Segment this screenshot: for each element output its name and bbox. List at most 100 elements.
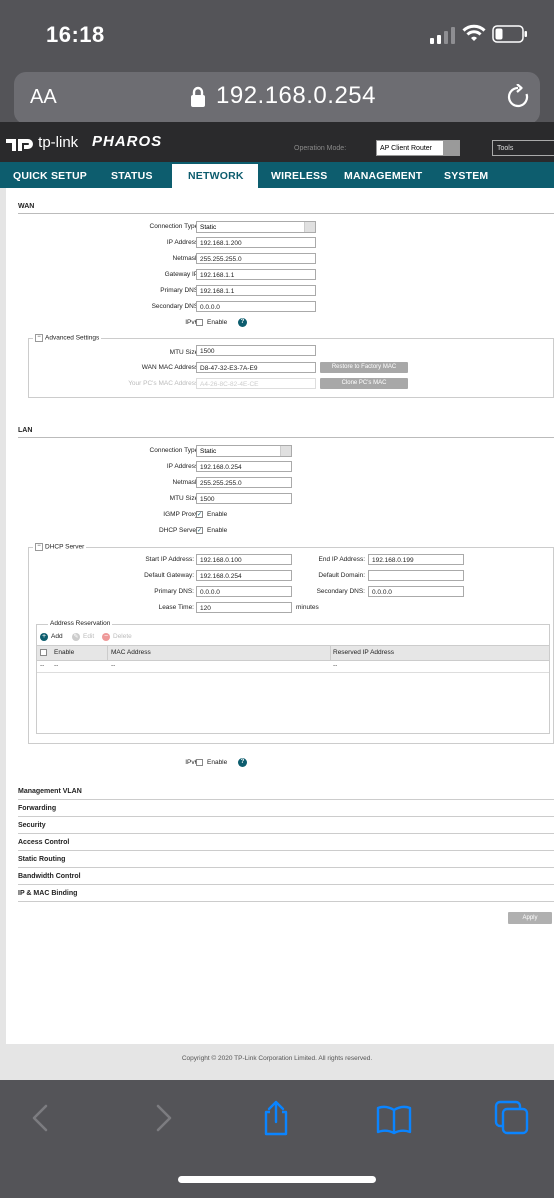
- column-mac-address: MAC Address: [111, 649, 151, 656]
- dhcp-primary-dns-input[interactable]: 0.0.0.0: [196, 586, 292, 597]
- select-all-checkbox[interactable]: [40, 649, 47, 656]
- wan-ip-input[interactable]: 192.168.1.200: [196, 237, 316, 248]
- lan-ip-input[interactable]: 192.168.0.254: [196, 461, 292, 472]
- section-security[interactable]: Security: [18, 817, 554, 834]
- brand-name: tp-link: [38, 134, 79, 151]
- tools-menu[interactable]: Tools: [492, 140, 554, 156]
- forward-icon[interactable]: [144, 1100, 180, 1136]
- lan-connection-type-select[interactable]: Static: [196, 445, 292, 457]
- reservation-toolbar: + Add ✎ Edit − Delete: [39, 632, 549, 644]
- share-icon[interactable]: [258, 1100, 294, 1136]
- delete-icon: −: [102, 633, 110, 641]
- safari-toolbar: [0, 1080, 554, 1198]
- tp-link-mark-icon: [6, 139, 33, 152]
- section-management-vlan[interactable]: Management VLAN: [18, 783, 554, 800]
- start-ip-input[interactable]: 192.168.0.100: [196, 554, 292, 565]
- apply-button[interactable]: Apply: [508, 912, 552, 924]
- start-ip-label: Start IP Address:: [145, 556, 194, 563]
- section-forwarding[interactable]: Forwarding: [18, 800, 554, 817]
- wan-ipv6-enable-label: Enable: [207, 319, 228, 326]
- dhcp-server-legend[interactable]: − DHCP Server: [33, 543, 87, 551]
- wan-secondary-dns-label: Secondary DNS:: [151, 303, 200, 310]
- url-text[interactable]: 192.168.0.254: [216, 82, 376, 110]
- restore-factory-mac-button[interactable]: Restore to Factory MAC: [320, 362, 408, 373]
- reload-icon[interactable]: [506, 84, 530, 110]
- help-icon[interactable]: ?: [238, 758, 247, 767]
- section-bandwidth-control[interactable]: Bandwidth Control: [18, 868, 554, 885]
- lease-time-label: Lease Time:: [158, 604, 194, 611]
- tab-quick-setup[interactable]: QUICK SETUP: [13, 170, 87, 182]
- end-ip-label: End IP Address:: [318, 556, 366, 563]
- add-icon[interactable]: +: [40, 633, 48, 641]
- wan-ipv6-checkbox[interactable]: [196, 319, 203, 326]
- tab-management[interactable]: MANAGEMENT: [344, 170, 422, 182]
- chevron-down-icon: [443, 141, 459, 155]
- dhcp-gateway-input[interactable]: 192.168.0.254: [196, 570, 292, 581]
- wan-primary-dns-label: Primary DNS:: [160, 287, 200, 294]
- back-icon[interactable]: [24, 1100, 60, 1136]
- tabs-icon[interactable]: [494, 1100, 530, 1136]
- product-name: PHAROS: [92, 133, 163, 150]
- lock-icon: [191, 86, 205, 107]
- wan-section-title: WAN: [18, 203, 35, 210]
- address-reservation-legend: Address Reservation: [48, 620, 113, 627]
- lan-section-title: LAN: [18, 427, 33, 434]
- wan-netmask-input[interactable]: 255.255.255.0: [196, 253, 316, 264]
- operation-mode-label: Operation Mode:: [294, 145, 347, 152]
- cellular-signal-icon: [430, 27, 455, 44]
- tp-link-logo: tp-link: [6, 134, 79, 152]
- delete-button[interactable]: Delete: [113, 633, 132, 640]
- wan-gateway-input[interactable]: 192.168.1.1: [196, 269, 316, 280]
- wan-connection-type-select[interactable]: Static: [196, 221, 316, 233]
- section-static-routing[interactable]: Static Routing: [18, 851, 554, 868]
- tab-system[interactable]: SYSTEM: [444, 170, 488, 182]
- bookmarks-icon[interactable]: [376, 1100, 412, 1136]
- wan-secondary-dns-input[interactable]: 0.0.0.0: [196, 301, 316, 312]
- lan-mtu-input[interactable]: 1500: [196, 493, 292, 504]
- wan-primary-dns-input[interactable]: 192.168.1.1: [196, 285, 316, 296]
- end-ip-input[interactable]: 192.168.0.199: [368, 554, 464, 565]
- lease-time-input[interactable]: 120: [196, 602, 292, 613]
- reader-options-button[interactable]: AA: [30, 86, 57, 109]
- igmp-enable-label: Enable: [207, 511, 228, 518]
- row-enable-cell: --: [54, 662, 59, 669]
- wan-gateway-label: Gateway IP:: [164, 271, 200, 278]
- operation-mode-select[interactable]: AP Client Router: [376, 140, 460, 156]
- main-nav: QUICK SETUP STATUS NETWORK WIRELESS MANA…: [0, 162, 554, 188]
- lan-ipv6-checkbox[interactable]: [196, 759, 203, 766]
- row-ip-cell: --: [333, 662, 338, 669]
- advanced-settings-legend[interactable]: − Advanced Settings: [33, 334, 102, 342]
- wan-mac-input[interactable]: D8-47-32-E3-7A-E9: [196, 362, 316, 373]
- lan-connection-type-label: Connection Type:: [149, 447, 200, 454]
- advanced-settings-title: Advanced Settings: [45, 334, 100, 342]
- section-ip-mac-binding[interactable]: IP & MAC Binding: [18, 885, 554, 902]
- igmp-proxy-checkbox[interactable]: ✓: [196, 511, 203, 518]
- lease-time-unit: minutes: [296, 604, 319, 611]
- lan-connection-type-value: Static: [200, 448, 217, 455]
- wifi-icon: [462, 24, 486, 41]
- table-row: -- -- -- --: [37, 660, 549, 673]
- wan-mtu-input[interactable]: 1500: [196, 345, 316, 356]
- tab-network[interactable]: NETWORK: [188, 170, 244, 182]
- operation-mode-value: AP Client Router: [380, 145, 433, 152]
- add-button[interactable]: Add: [51, 633, 63, 640]
- dhcp-server-checkbox[interactable]: ✓: [196, 527, 203, 534]
- help-icon[interactable]: ?: [238, 318, 247, 327]
- collapse-icon[interactable]: −: [35, 543, 43, 551]
- lan-ipv6-enable-label: Enable: [207, 759, 228, 766]
- collapse-icon[interactable]: −: [35, 334, 43, 342]
- lan-netmask-input[interactable]: 255.255.255.0: [196, 477, 292, 488]
- dhcp-secondary-dns-input[interactable]: 0.0.0.0: [368, 586, 464, 597]
- section-access-control[interactable]: Access Control: [18, 834, 554, 851]
- edit-button[interactable]: Edit: [83, 633, 94, 640]
- tab-wireless[interactable]: WIRELESS: [271, 170, 327, 182]
- wan-mac-label: WAN MAC Address:: [141, 364, 200, 371]
- page-header: tp-link PHAROS Operation Mode: AP Client…: [0, 122, 554, 162]
- default-domain-input[interactable]: [368, 570, 464, 581]
- divider: [18, 437, 554, 438]
- column-divider: [107, 646, 108, 660]
- tab-status[interactable]: STATUS: [111, 170, 153, 182]
- address-bar[interactable]: AA 192.168.0.254: [14, 72, 540, 124]
- clone-pc-mac-button[interactable]: Clone PC's MAC: [320, 378, 408, 389]
- wan-connection-type-label: Connection Type:: [149, 223, 200, 230]
